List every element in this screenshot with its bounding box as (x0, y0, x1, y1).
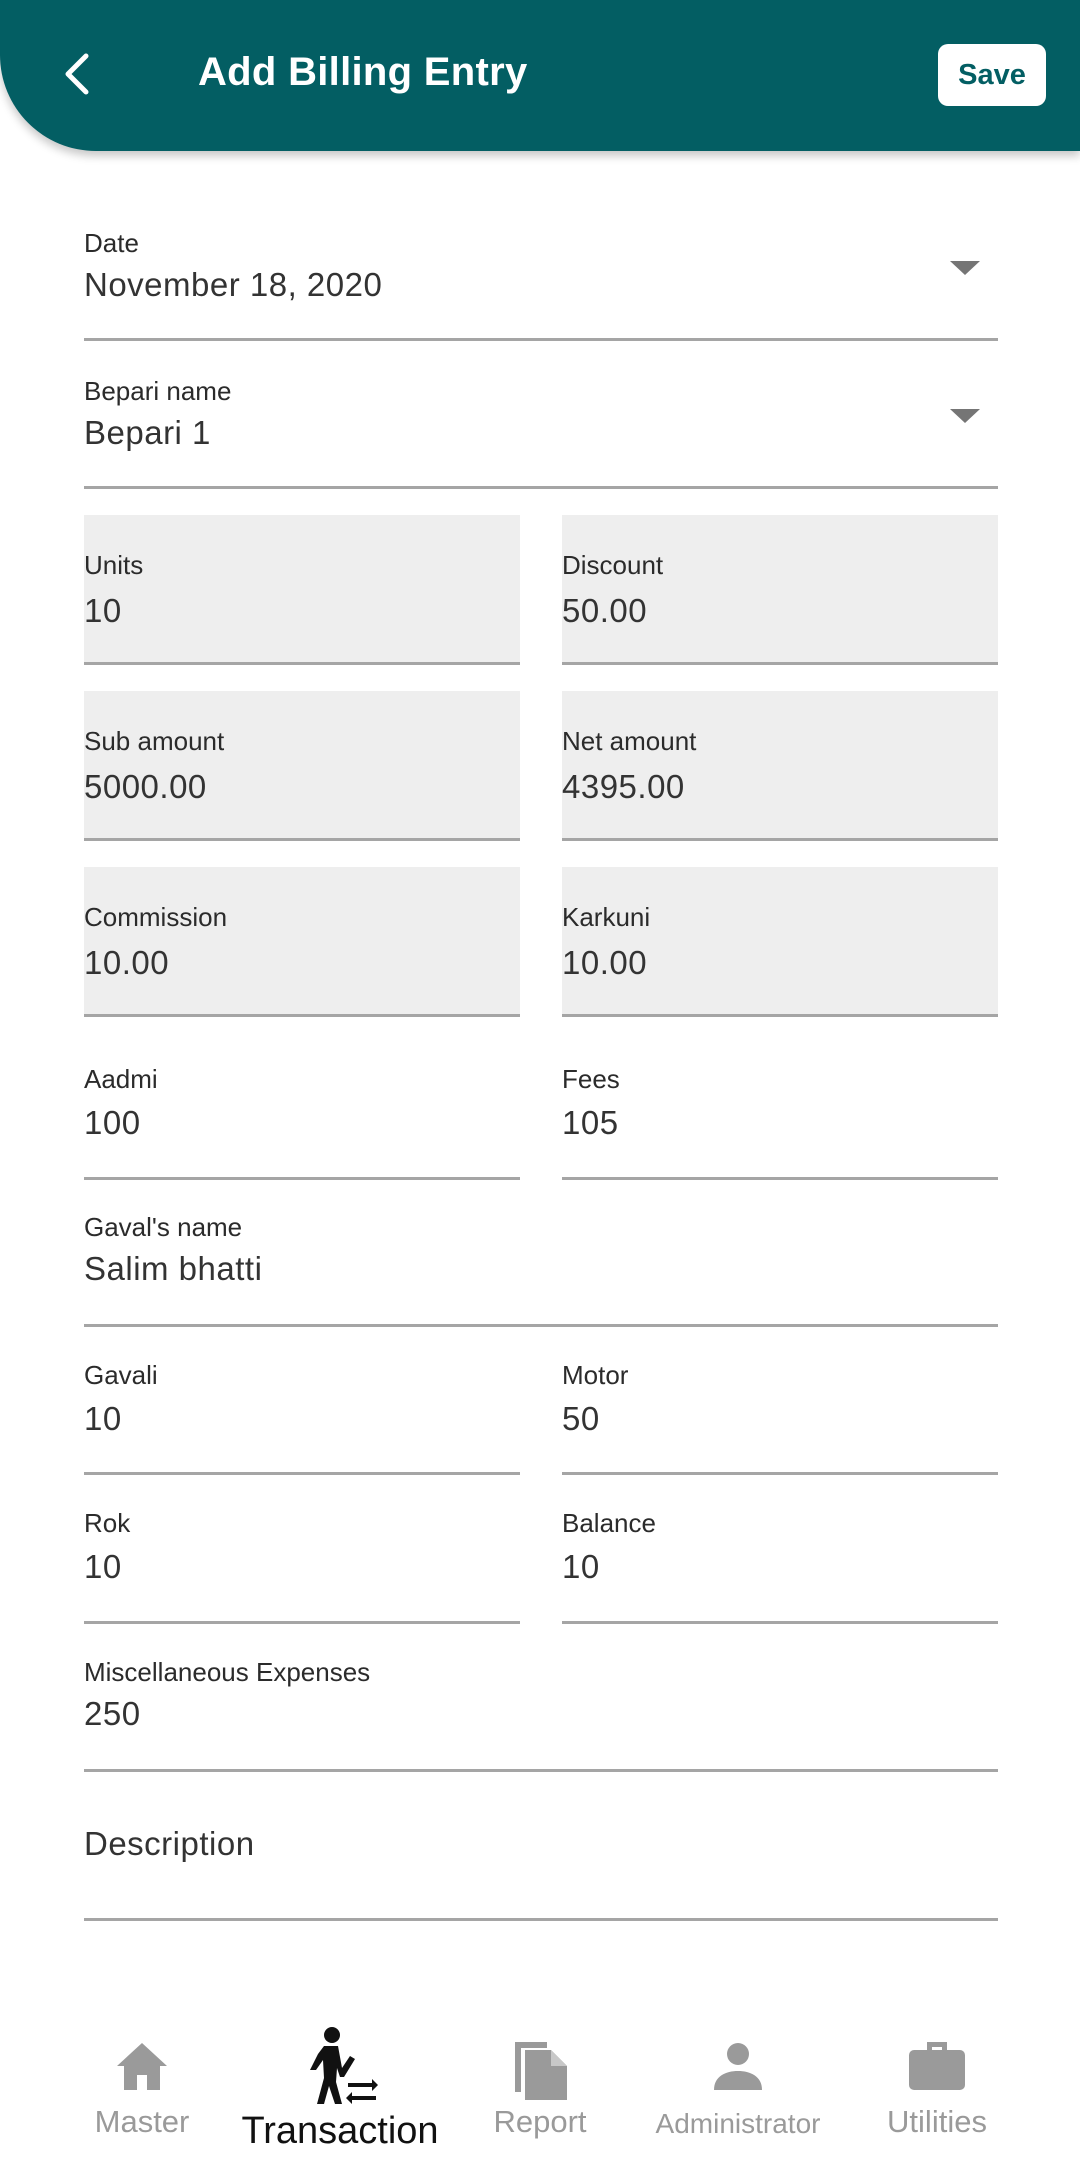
gavals-name-label: Gaval's name (84, 1212, 243, 1242)
units-label: Units (84, 550, 144, 580)
aadmi-value: 100 (84, 1104, 141, 1141)
home-icon (117, 2043, 167, 2090)
karkuni-value: 10.00 (562, 944, 648, 981)
rok-label: Rok (84, 1508, 131, 1538)
net-amount-field: Net amount 4395.00 (562, 691, 998, 841)
gavali-label: Gavali (84, 1360, 158, 1390)
misc-expenses-label: Miscellaneous Expenses (84, 1657, 371, 1687)
briefcase-icon (909, 2042, 965, 2090)
commission-label: Commission (84, 902, 228, 932)
motor-input[interactable]: Motor 50 (562, 1356, 998, 1475)
balance-value: 10 (562, 1548, 600, 1585)
discount-value: 50.00 (562, 592, 648, 629)
rok-input[interactable]: Rok 10 (84, 1504, 520, 1624)
bepari-name-select[interactable]: Bepari name Bepari 1 (84, 372, 998, 489)
nav-label-report: Report (493, 2104, 587, 2139)
document-copy-icon (515, 2042, 567, 2100)
person-icon (714, 2043, 762, 2090)
date-label: Date (84, 228, 139, 258)
units-value: 10 (84, 592, 122, 629)
date-value: November 18, 2020 (84, 266, 383, 303)
discount-label: Discount (562, 550, 664, 580)
nav-item-master[interactable]: Master (64, 2000, 220, 2183)
discount-field: Discount 50.00 (562, 515, 998, 665)
dropdown-arrow-icon (950, 409, 980, 423)
app-bar: Add Billing Entry Save (0, 0, 1080, 151)
aadmi-label: Aadmi (84, 1064, 158, 1094)
nav-label-transaction: Transaction (241, 2110, 439, 2152)
motor-value: 50 (562, 1400, 600, 1437)
bepari-name-label: Bepari name (84, 376, 232, 406)
gavals-name-input[interactable]: Gaval's name Salim bhatti (84, 1208, 998, 1327)
rok-value: 10 (84, 1548, 122, 1585)
nav-item-utilities[interactable]: Utilities (866, 2000, 1008, 2183)
nav-label-utilities: Utilities (887, 2104, 987, 2139)
nav-label-administrator: Administrator (655, 2108, 821, 2139)
karkuni-label: Karkuni (562, 902, 651, 932)
nav-item-report[interactable]: Report (470, 2000, 610, 2183)
sub-amount-value: 5000.00 (84, 768, 207, 805)
nav-item-administrator[interactable]: Administrator (636, 2000, 840, 2183)
karkuni-field: Karkuni 10.00 (562, 867, 998, 1017)
bepari-name-value: Bepari 1 (84, 414, 211, 451)
page-title: Add Billing Entry (198, 50, 528, 94)
person-transfer-icon (310, 2027, 378, 2104)
nav-label-master: Master (94, 2104, 190, 2139)
sub-amount-label: Sub amount (84, 726, 225, 756)
gavali-value: 10 (84, 1400, 122, 1437)
balance-input[interactable]: Balance 10 (562, 1504, 998, 1624)
gavals-name-value: Salim bhatti (84, 1250, 263, 1287)
misc-expenses-value: 250 (84, 1695, 141, 1732)
motor-label: Motor (562, 1360, 629, 1390)
fees-label: Fees (562, 1064, 620, 1094)
nav-item-transaction[interactable]: Transaction (226, 2000, 454, 2183)
misc-expenses-input[interactable]: Miscellaneous Expenses 250 (84, 1653, 998, 1772)
date-picker[interactable]: Date November 18, 2020 (84, 224, 998, 341)
aadmi-input[interactable]: Aadmi 100 (84, 1060, 520, 1180)
back-button[interactable] (50, 44, 110, 104)
net-amount-label: Net amount (562, 726, 697, 756)
fees-value: 105 (562, 1104, 619, 1141)
save-button[interactable]: Save (938, 44, 1046, 106)
chevron-left-icon (65, 53, 89, 95)
sub-amount-field: Sub amount 5000.00 (84, 691, 520, 841)
units-field: Units 10 (84, 515, 520, 665)
net-amount-value: 4395.00 (562, 768, 685, 805)
description-input[interactable]: Description (84, 1800, 998, 1921)
commission-value: 10.00 (84, 944, 170, 981)
balance-label: Balance (562, 1508, 656, 1538)
description-placeholder: Description (84, 1825, 255, 1862)
bottom-navigation: Master Transaction Report Administrator (0, 2000, 1080, 2183)
gavali-input[interactable]: Gavali 10 (84, 1356, 520, 1475)
fees-input[interactable]: Fees 105 (562, 1060, 998, 1180)
dropdown-arrow-icon (950, 261, 980, 275)
commission-field: Commission 10.00 (84, 867, 520, 1017)
